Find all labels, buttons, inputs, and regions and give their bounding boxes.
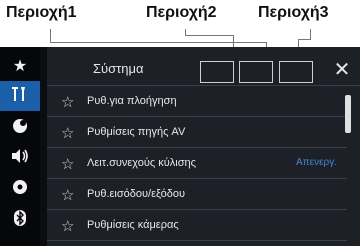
nav-av-source[interactable] xyxy=(0,112,40,142)
close-icon: ✕ xyxy=(333,57,351,81)
callout-region-2: Περιοχή2 xyxy=(146,4,217,21)
side-nav: ★ xyxy=(0,47,40,246)
leader-line-region-2-horizontal xyxy=(185,35,233,36)
menu-row-label: Λειτ.συνεχούς κύλισης xyxy=(87,157,196,169)
nav-disc[interactable] xyxy=(0,174,40,204)
region-2-box[interactable] xyxy=(239,61,273,83)
disc-icon xyxy=(11,178,29,200)
settings-panel: Σύστημα ✕ ☆ Ρυθ.για πλοήγηση ☆ Ρυθμίσεις… xyxy=(47,47,360,246)
nav-system[interactable] xyxy=(0,81,40,111)
title-bar: Σύστημα ✕ xyxy=(47,52,360,86)
leader-line-region-3-vertical xyxy=(310,29,311,39)
region-3-box[interactable] xyxy=(279,61,313,83)
nav-sound[interactable] xyxy=(0,143,40,173)
menu-row-navigation-settings[interactable]: ☆ Ρυθ.για πλοήγηση xyxy=(47,87,347,117)
callout-region-1: Περιοχή1 xyxy=(6,4,77,21)
settings-tools-icon xyxy=(11,85,29,107)
nav-bluetooth[interactable] xyxy=(0,205,40,235)
bluetooth-icon xyxy=(12,209,28,231)
av-source-icon xyxy=(11,116,29,138)
star-icon[interactable]: ☆ xyxy=(61,155,74,173)
region-1-box[interactable] xyxy=(200,61,234,83)
star-icon[interactable]: ☆ xyxy=(61,93,74,111)
device-screen: ★ Σύστημα ✕ ☆ Ρυθ.για πλοήγηση ☆ Ρυθμίσε… xyxy=(0,47,360,246)
menu-row-label: Ρυθ.για πλοήγηση xyxy=(87,95,177,107)
scrollbar[interactable] xyxy=(345,95,351,133)
speaker-volume-icon xyxy=(10,147,30,169)
close-button[interactable]: ✕ xyxy=(331,58,353,80)
star-icon[interactable]: ☆ xyxy=(61,186,74,204)
page-title: Σύστημα xyxy=(93,61,144,76)
menu-row-label: Ρυθμίσεις κάμερας xyxy=(87,219,179,231)
menu-row-label: Ρυθ.εισόδου/εξόδου xyxy=(87,188,186,200)
menu-row-continuous-scroll[interactable]: ☆ Λειτ.συνεχούς κύλισης Απενεργ. xyxy=(47,149,347,179)
star-icon[interactable]: ☆ xyxy=(61,217,74,235)
menu-row-camera-settings[interactable]: ☆ Ρυθμίσεις κάμερας xyxy=(47,211,347,241)
menu-row-label: Ρυθμίσεις πηγής AV xyxy=(87,126,186,138)
callout-region-3: Περιοχή3 xyxy=(258,4,329,21)
nav-favorites[interactable]: ★ xyxy=(0,50,40,80)
menu-row-value: Απενεργ. xyxy=(296,157,337,168)
leader-line-region-1-vertical xyxy=(50,29,51,42)
star-icon: ★ xyxy=(12,55,28,75)
menu-row-av-source-settings[interactable]: ☆ Ρυθμίσεις πηγής AV xyxy=(47,118,347,148)
leader-line-region-3-horizontal xyxy=(298,39,311,40)
star-icon[interactable]: ☆ xyxy=(61,124,74,142)
menu-row-input-output-settings[interactable]: ☆ Ρυθ.εισόδου/εξόδου xyxy=(47,180,347,210)
